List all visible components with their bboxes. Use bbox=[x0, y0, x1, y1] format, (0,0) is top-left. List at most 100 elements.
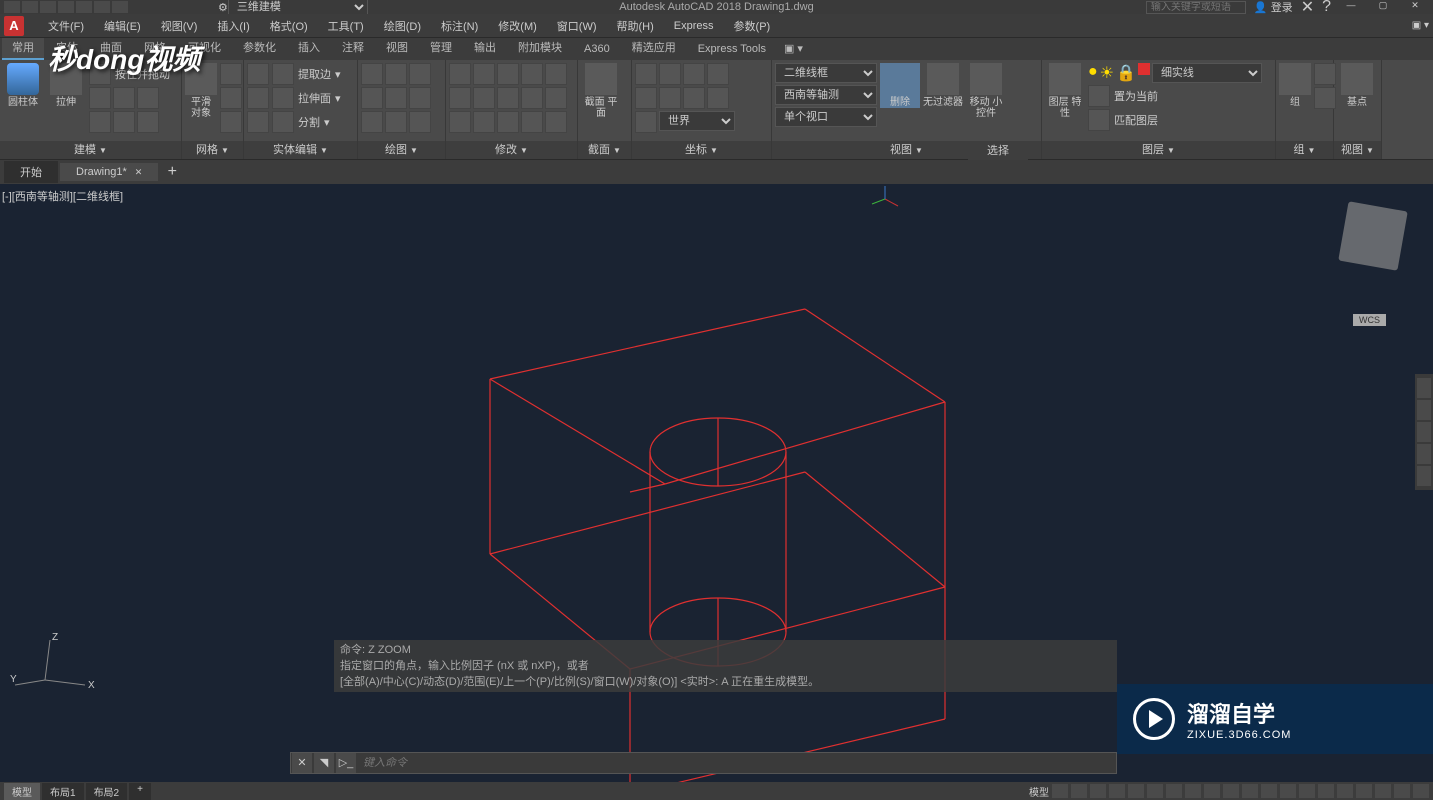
lwt-toggle-icon[interactable] bbox=[1204, 784, 1220, 798]
line-icon[interactable] bbox=[361, 63, 383, 85]
mesh-refine-icon[interactable] bbox=[220, 111, 242, 133]
nav-wheel-icon[interactable] bbox=[1417, 378, 1431, 398]
face-taper-icon[interactable] bbox=[247, 63, 269, 85]
hatch-icon[interactable] bbox=[409, 111, 431, 133]
menu-edit[interactable]: 编辑(E) bbox=[96, 16, 149, 36]
viewport-label[interactable]: [-][西南等轴测][二维线框] bbox=[2, 188, 123, 204]
extract-edges-button[interactable]: 提取边 ▾ bbox=[272, 63, 341, 85]
explode-icon[interactable] bbox=[545, 63, 567, 85]
panel-label-solidedit[interactable]: 实体编辑▼ bbox=[244, 141, 357, 159]
face-offset-icon[interactable] bbox=[247, 111, 269, 133]
ucs-combo[interactable]: 世界 bbox=[659, 111, 735, 131]
sweep-icon[interactable] bbox=[89, 111, 111, 133]
menu-help[interactable]: 帮助(H) bbox=[609, 16, 662, 36]
menu-insert[interactable]: 插入(I) bbox=[209, 16, 257, 36]
ribbon-tab-annotate[interactable]: 注释 bbox=[332, 36, 374, 60]
group-button[interactable]: 组 bbox=[1279, 63, 1311, 108]
menu-tools[interactable]: 工具(T) bbox=[320, 16, 372, 36]
menu-view[interactable]: 视图(V) bbox=[153, 16, 206, 36]
qat-new-icon[interactable] bbox=[4, 1, 20, 13]
ucs-z-icon[interactable] bbox=[707, 87, 729, 109]
extrude-face-button[interactable]: 拉伸面 ▾ bbox=[272, 87, 341, 109]
ribbon-tab-view[interactable]: 视图 bbox=[376, 36, 418, 60]
transparency-toggle-icon[interactable] bbox=[1223, 784, 1239, 798]
mesh-more-icon[interactable] bbox=[220, 63, 242, 85]
add-layout-button[interactable]: + bbox=[129, 783, 151, 800]
trim-icon[interactable] bbox=[497, 63, 519, 85]
offset-icon[interactable] bbox=[473, 111, 495, 133]
search-input[interactable] bbox=[1146, 1, 1246, 14]
viewcube-cube-icon[interactable] bbox=[1338, 201, 1408, 271]
viewcube[interactable]: WCS bbox=[1323, 196, 1423, 296]
qat-plot-icon[interactable] bbox=[76, 1, 92, 13]
login-button[interactable]: 👤 登录 bbox=[1254, 0, 1293, 15]
fillet-icon[interactable] bbox=[497, 87, 519, 109]
nav-orbit-icon[interactable] bbox=[1417, 444, 1431, 464]
ucs-btn-icon[interactable] bbox=[635, 63, 657, 85]
workspace-icon[interactable] bbox=[1280, 784, 1296, 798]
ribbon-tab-parametric[interactable]: 参数化 bbox=[233, 36, 286, 60]
mirror-icon[interactable] bbox=[473, 87, 495, 109]
subtract-icon[interactable] bbox=[137, 111, 159, 133]
ribbon-tab-output[interactable]: 输出 bbox=[464, 36, 506, 60]
move-icon[interactable] bbox=[449, 63, 471, 85]
panel-label-draw[interactable]: 绘图▼ bbox=[358, 141, 445, 159]
grid-toggle-icon[interactable] bbox=[1052, 784, 1068, 798]
doc-tab-drawing1[interactable]: Drawing1*✕ bbox=[60, 163, 158, 181]
menu-dimension[interactable]: 标注(N) bbox=[433, 16, 486, 36]
ucs-view-icon[interactable] bbox=[635, 111, 657, 133]
qat-undo-icon[interactable] bbox=[94, 1, 110, 13]
customize-icon[interactable] bbox=[1413, 784, 1429, 798]
qat-open-icon[interactable] bbox=[22, 1, 38, 13]
align-icon[interactable] bbox=[521, 111, 543, 133]
polygon-icon[interactable] bbox=[361, 111, 383, 133]
union-icon[interactable] bbox=[113, 111, 135, 133]
array-icon[interactable] bbox=[521, 87, 543, 109]
ortho-toggle-icon[interactable] bbox=[1090, 784, 1106, 798]
rectangle-icon[interactable] bbox=[385, 87, 407, 109]
rotate-icon[interactable] bbox=[473, 63, 495, 85]
ribbon-tab-home[interactable]: 常用 bbox=[2, 36, 44, 60]
chamfer-icon[interactable] bbox=[497, 111, 519, 133]
stretch-icon[interactable] bbox=[449, 111, 471, 133]
ribbon-tab-express[interactable]: Express Tools bbox=[688, 40, 776, 60]
isolate-icon[interactable] bbox=[1356, 784, 1372, 798]
minimize-button[interactable]: — bbox=[1339, 0, 1363, 14]
separate-button[interactable]: 分割 ▾ bbox=[272, 111, 341, 133]
ucs-world-icon[interactable] bbox=[659, 63, 681, 85]
close-button[interactable]: ✕ bbox=[1403, 0, 1427, 14]
ucs-prev-icon[interactable] bbox=[683, 63, 705, 85]
wcs-label[interactable]: WCS bbox=[1353, 314, 1386, 326]
ann-toggle-icon[interactable] bbox=[1261, 784, 1277, 798]
viewport-combo[interactable]: 单个视口 bbox=[775, 107, 877, 127]
lineweight-combo[interactable]: 细实线 bbox=[1152, 63, 1262, 83]
circle-icon[interactable] bbox=[361, 87, 383, 109]
spline-icon[interactable] bbox=[385, 111, 407, 133]
solidedit-icon[interactable] bbox=[545, 111, 567, 133]
app-logo-icon[interactable]: A bbox=[4, 16, 24, 36]
ribbon-tab-manage[interactable]: 管理 bbox=[420, 36, 462, 60]
match-layer-button[interactable]: 匹配图层 bbox=[1088, 109, 1262, 131]
mesh-less-icon[interactable] bbox=[220, 87, 242, 109]
status-modelspace[interactable]: 模型 bbox=[1029, 784, 1049, 799]
set-current-button[interactable]: 置为当前 bbox=[1088, 85, 1262, 107]
ucs-face-icon[interactable] bbox=[707, 63, 729, 85]
add-tab-button[interactable]: + bbox=[160, 163, 184, 181]
erase-icon[interactable] bbox=[521, 63, 543, 85]
panel-label-coord[interactable]: 坐标▼ bbox=[632, 141, 771, 159]
panel-label-layer[interactable]: 图层▼ bbox=[1042, 141, 1275, 159]
menu-express[interactable]: Express bbox=[666, 18, 722, 34]
menu-file[interactable]: 文件(F) bbox=[40, 16, 92, 36]
snap-toggle-icon[interactable] bbox=[1071, 784, 1087, 798]
hardware-accel-icon[interactable] bbox=[1375, 784, 1391, 798]
nav-zoom-icon[interactable] bbox=[1417, 422, 1431, 442]
panel-label-modify[interactable]: 修改▼ bbox=[446, 141, 577, 159]
qat-save-icon[interactable] bbox=[40, 1, 56, 13]
workspace-select[interactable]: 三维建模 bbox=[228, 0, 368, 15]
ribbon-tab-a360[interactable]: A360 bbox=[574, 40, 620, 60]
menu-format[interactable]: 格式(O) bbox=[262, 16, 316, 36]
panel-label-view2[interactable]: 视图▼ bbox=[1334, 141, 1381, 159]
panel-label-group[interactable]: 组▼ bbox=[1276, 141, 1333, 159]
scale-icon[interactable] bbox=[545, 87, 567, 109]
menu-modify[interactable]: 修改(M) bbox=[490, 16, 545, 36]
